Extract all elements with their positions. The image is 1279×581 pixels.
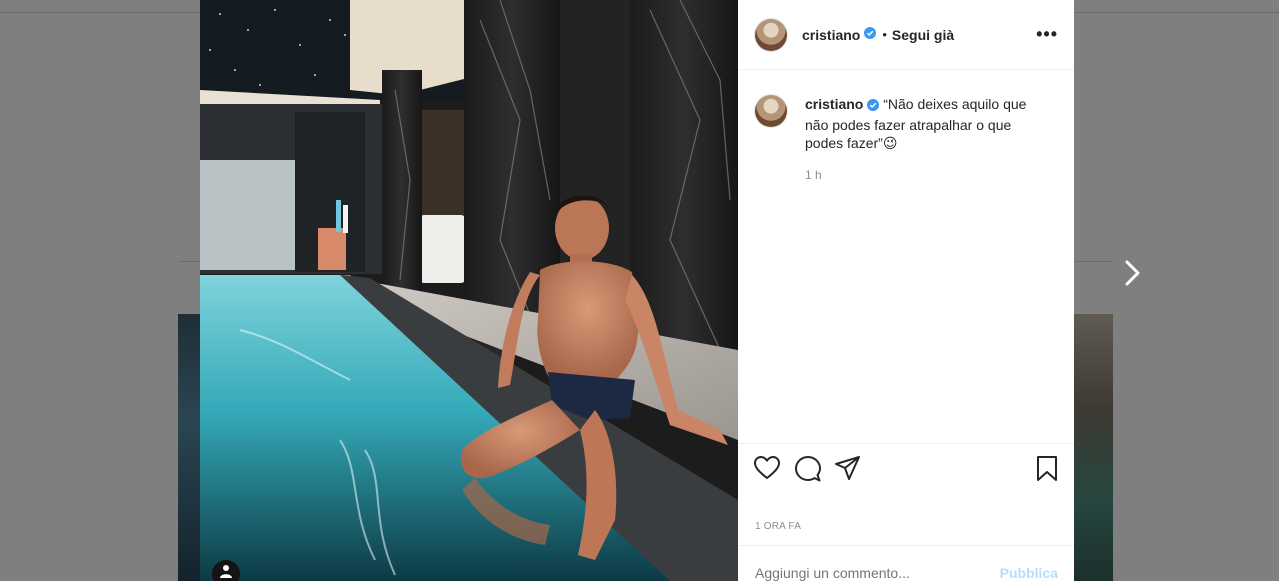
wink-emoji: 😉 [882, 135, 898, 151]
post-header: cristiano • Segui già ••• [738, 0, 1074, 70]
heart-icon[interactable] [753, 455, 781, 485]
next-arrow-icon[interactable] [1122, 259, 1144, 292]
avatar[interactable] [755, 95, 787, 127]
caption-text-block: cristiano “Não deixes aquilo que não pod… [805, 95, 1035, 184]
verified-badge-icon [864, 26, 877, 44]
verified-badge-icon [867, 97, 880, 116]
comment-form: Pubblica [738, 545, 1074, 581]
post-date[interactable]: 1 ORA FA [755, 521, 801, 532]
relative-time[interactable]: 1 h [805, 166, 1035, 185]
comment-input[interactable] [755, 564, 1000, 581]
separator-dot: • [882, 27, 887, 42]
publish-button[interactable]: Pubblica [1000, 565, 1058, 581]
post-photo[interactable] [200, 0, 738, 581]
follow-status-button[interactable]: Segui già [892, 27, 954, 43]
post-modal: cristiano • Segui già ••• cristiano “Não… [200, 0, 1074, 581]
user-tag-icon[interactable] [212, 560, 240, 581]
avatar[interactable] [755, 18, 787, 51]
more-options-icon[interactable]: ••• [1036, 24, 1058, 45]
post-side-panel: cristiano • Segui già ••• cristiano “Não… [738, 0, 1074, 581]
caption-row: cristiano “Não deixes aquilo que não pod… [755, 95, 1058, 184]
comments-section: cristiano “Não deixes aquilo que não pod… [738, 71, 1074, 443]
caption-username-link[interactable]: cristiano [805, 96, 863, 112]
share-icon[interactable] [835, 456, 861, 485]
post-image [200, 0, 738, 581]
username-link[interactable]: cristiano [802, 27, 860, 43]
action-bar [738, 443, 1074, 494]
background-post-thumbnail[interactable] [1070, 314, 1113, 581]
bookmark-icon[interactable] [1036, 456, 1058, 487]
comment-icon[interactable] [795, 456, 821, 487]
